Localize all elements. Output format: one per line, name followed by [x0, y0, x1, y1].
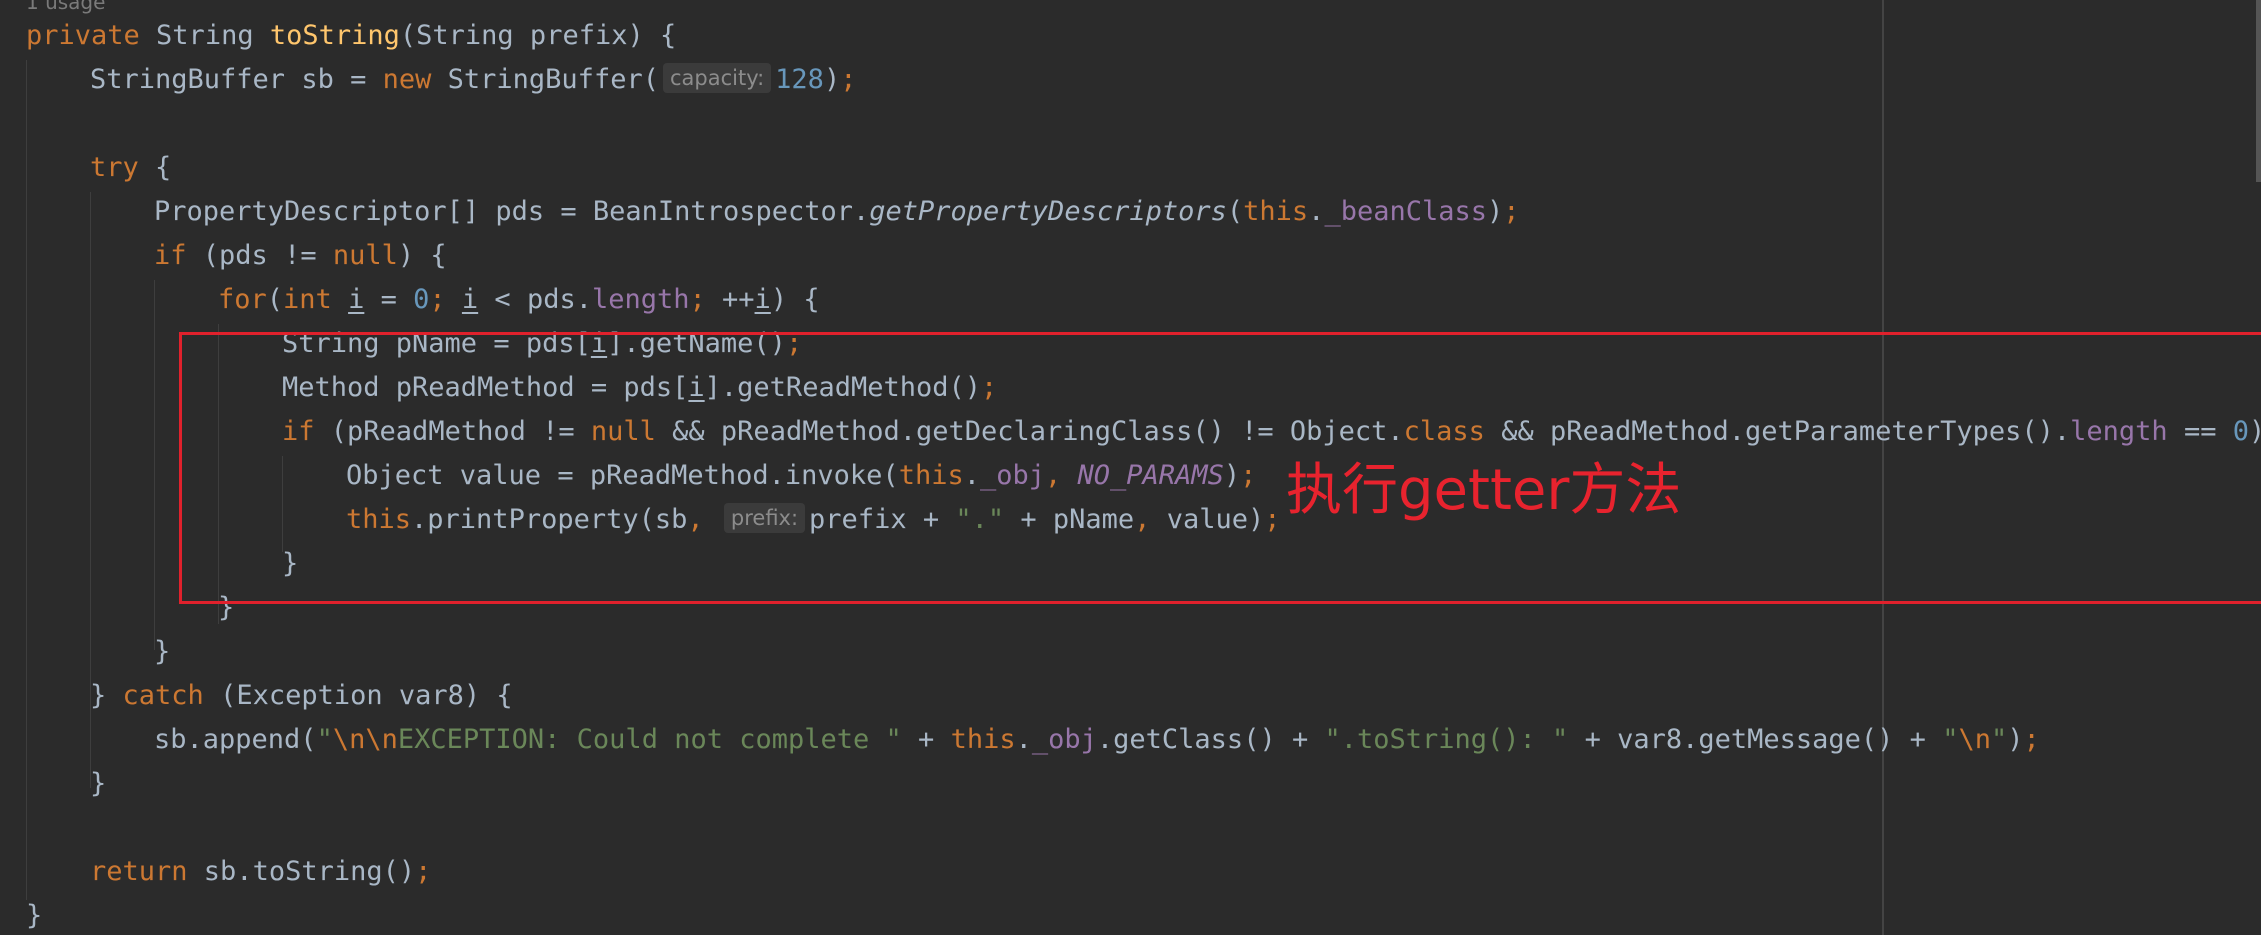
- code-token: +: [901, 724, 951, 755]
- code-line[interactable]: private String toString(String prefix) {: [26, 16, 676, 56]
- code-token: ;: [415, 856, 432, 887]
- code-token: _obj: [1031, 724, 1097, 755]
- usages-hint[interactable]: 1 usage: [26, 0, 105, 12]
- code-line[interactable]: if (pds != null) {: [154, 236, 447, 276]
- code-token: sb.append(: [154, 724, 317, 755]
- code-token: }: [26, 900, 43, 931]
- code-editor[interactable]: 1 usage private String toString(String p…: [0, 0, 2261, 935]
- code-line[interactable]: sb.append("\n\nEXCEPTION: Could not comp…: [154, 720, 2040, 760]
- code-token: ": [316, 724, 333, 755]
- code-token: ;: [429, 284, 462, 315]
- indent-guide: [154, 280, 155, 650]
- annotation-label: 执行getter方法: [1286, 458, 1682, 523]
- code-token: this: [950, 724, 1016, 755]
- vertical-scrollbar-thumb[interactable]: [2256, 0, 2261, 182]
- code-token: .: [1015, 724, 1032, 755]
- code-token: (: [266, 284, 284, 315]
- code-token: StringBuffer sb =: [90, 64, 383, 95]
- indent-guide: [26, 60, 27, 900]
- code-token: getPropertyDescriptors: [869, 196, 1227, 227]
- code-line[interactable]: PropertyDescriptor[] pds = BeanIntrospec…: [154, 192, 1520, 232]
- code-token: i: [461, 284, 479, 315]
- code-token: for: [218, 284, 267, 315]
- code-token: length: [591, 284, 690, 315]
- code-token: EXCEPTION: Could not complete ": [397, 724, 902, 755]
- code-line[interactable]: for(int i = 0; i < pds.length; ++i) {: [218, 280, 820, 320]
- code-token: ) {: [397, 240, 447, 271]
- code-token: this: [1243, 196, 1309, 227]
- code-token: \n\n: [332, 724, 398, 755]
- code-token: toString: [269, 20, 400, 51]
- code-token: ++: [722, 284, 755, 315]
- code-token: (pds !=: [202, 240, 333, 271]
- code-token: i: [348, 284, 365, 315]
- code-line[interactable]: try {: [90, 148, 171, 188]
- code-token: + var8.getMessage() +: [1568, 724, 1943, 755]
- code-token: new: [382, 64, 448, 95]
- code-line[interactable]: }: [26, 896, 42, 935]
- code-line[interactable]: StringBuffer sb = new StringBuffer(capac…: [90, 60, 856, 100]
- code-token: String: [156, 20, 270, 51]
- parameter-name-hint: capacity:: [662, 63, 772, 93]
- code-token: ;: [689, 284, 723, 315]
- code-token: 128: [775, 64, 824, 95]
- code-token: int: [283, 284, 349, 315]
- code-token: return: [90, 856, 204, 887]
- code-token: }: [90, 768, 107, 799]
- code-token: .: [1308, 196, 1325, 227]
- code-token: .getClass() +: [1096, 724, 1325, 755]
- code-token: ": [1942, 724, 1959, 755]
- code-token: StringBuffer(: [447, 64, 659, 95]
- code-line[interactable]: }: [154, 632, 170, 672]
- code-token: ): [823, 64, 841, 95]
- code-token: ;: [1503, 196, 1520, 227]
- code-token: (: [1226, 196, 1244, 227]
- code-token: < pds.: [478, 284, 592, 315]
- code-token: ): [1487, 196, 1504, 227]
- code-token: (Exception var8) {: [220, 680, 513, 711]
- code-token: \n: [1958, 724, 1991, 755]
- code-token: ".toString(): ": [1324, 724, 1569, 755]
- code-token: private: [26, 20, 157, 51]
- code-token: ": [1990, 724, 2008, 755]
- code-token: =: [364, 284, 414, 315]
- code-token: sb.toString(): [203, 856, 416, 887]
- code-line[interactable]: return sb.toString();: [90, 852, 431, 892]
- code-token: (String prefix) {: [399, 20, 677, 51]
- code-token: catch: [122, 680, 221, 711]
- code-token: }: [90, 680, 123, 711]
- code-token: PropertyDescriptor[] pds = BeanIntrospec…: [154, 196, 870, 227]
- code-token: }: [154, 636, 171, 667]
- code-token: try: [90, 152, 156, 183]
- code-token: ): [2007, 724, 2024, 755]
- code-token: 0: [413, 284, 430, 315]
- code-token: ) {: [770, 284, 820, 315]
- code-line[interactable]: } catch (Exception var8) {: [90, 676, 513, 716]
- code-token: _beanClass: [1324, 196, 1487, 227]
- highlight-box: [179, 332, 2261, 604]
- code-token: ;: [2023, 724, 2040, 755]
- code-line[interactable]: }: [90, 764, 106, 804]
- code-token: {: [155, 152, 172, 183]
- code-token: null: [332, 240, 398, 271]
- code-token: ;: [840, 64, 857, 95]
- code-token: i: [754, 284, 771, 315]
- code-token: if: [154, 240, 203, 271]
